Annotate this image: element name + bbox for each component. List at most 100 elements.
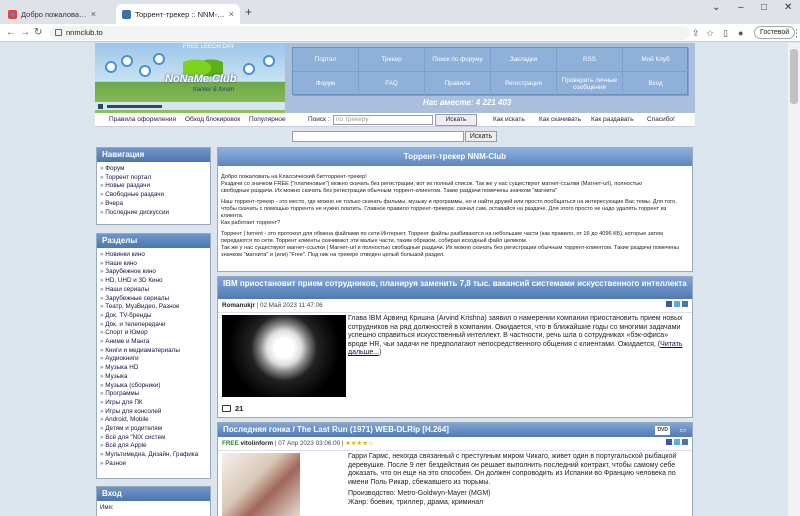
sections-panel-title: Разделы [97, 234, 210, 248]
main-nav-item[interactable]: Форум [293, 72, 359, 96]
main-search-input[interactable] [292, 131, 464, 142]
section-list-item[interactable]: Игры для консолей [100, 408, 207, 417]
reload-icon[interactable]: ↻ [34, 27, 42, 38]
news-title[interactable]: IBM приостановит прием сотрудников, план… [218, 277, 692, 299]
section-list-item[interactable]: Аниме и Манга [100, 338, 207, 347]
main-nav-item[interactable]: Регистрация [491, 72, 557, 96]
vk-icon[interactable] [682, 301, 688, 307]
section-list-item[interactable]: Зарубежные сериалы [100, 295, 207, 304]
main-nav-item[interactable]: Проверить личные сообщения [557, 72, 623, 96]
close-icon[interactable]: × [91, 9, 96, 19]
section-list-item[interactable]: HD, UHD и 3D Кино [100, 277, 207, 286]
vk-icon[interactable] [682, 439, 688, 445]
back-icon[interactable]: ← [6, 27, 16, 38]
close-icon[interactable]: × [229, 9, 234, 19]
news-author[interactable]: Romanukjr [222, 302, 255, 309]
chevron-down-icon[interactable]: ⌄ [712, 2, 720, 13]
profile-button[interactable]: Гостевой [754, 26, 796, 39]
section-list-item[interactable]: Музыка HD [100, 364, 207, 373]
section-list-item[interactable]: Аудиокниги [100, 355, 207, 364]
section-list-item[interactable]: Док. и телепередачи [100, 321, 207, 330]
news-date: 02 Май 2023 11:47:06 [260, 302, 323, 309]
star-icon[interactable]: ☆ [706, 28, 714, 39]
maximize-icon[interactable]: □ [761, 2, 767, 13]
genre-line: Жанр: боевик, триллер, драма, криминал [348, 498, 484, 506]
facebook-icon[interactable] [666, 301, 672, 307]
main-nav-item[interactable]: RSS [557, 48, 623, 72]
window-close-icon[interactable]: ✕ [784, 2, 792, 13]
section-list-item[interactable]: Музыка [100, 373, 207, 382]
section-list-item[interactable]: Разное [100, 460, 207, 469]
section-list-item[interactable]: Музыка (сборники) [100, 382, 207, 391]
tab-welcome[interactable]: Добро пожаловать в Chrome! × [2, 4, 102, 24]
radio-player[interactable] [95, 101, 285, 110]
section-list-item[interactable]: Android, Mobile [100, 416, 207, 425]
facebook-icon[interactable] [666, 439, 672, 445]
main-nav-item[interactable]: Вход [623, 72, 689, 96]
sidebar-icon[interactable]: ▯ [723, 28, 728, 39]
web-page: FREE LEECH DAY NoNaMe Club tracker & for… [0, 43, 788, 516]
link-how-download[interactable]: Как скачивать [539, 116, 581, 123]
main-nav-item[interactable]: Закладки [491, 48, 557, 72]
nav-list-item[interactable]: Торрент портал [100, 174, 207, 183]
main-nav-item[interactable]: Мой Клуб [623, 48, 689, 72]
section-list-item[interactable]: Всё для Apple [100, 442, 207, 451]
link-thanks[interactable]: Спасибо! [647, 116, 675, 123]
menu-icon[interactable]: ⋮ [792, 28, 800, 39]
twitter-icon[interactable] [674, 301, 680, 307]
flower-icon [265, 57, 273, 65]
new-tab-icon[interactable]: + [245, 5, 252, 19]
lock-icon [55, 29, 62, 36]
address-bar: ← → ↻ nnmclub.to ⇪ ☆ ▯ ● Гостевой ⋮ [0, 24, 800, 42]
section-list-item[interactable]: Мультимедиа, Дизайн, Графика [100, 451, 207, 460]
minimize-icon[interactable]: – [738, 2, 744, 13]
link-how-search[interactable]: Как искать [493, 116, 525, 123]
main-nav-item[interactable]: Правила [425, 72, 491, 96]
comments-count[interactable]: 21 [222, 404, 243, 413]
volume-slider[interactable] [107, 105, 162, 108]
site-logo[interactable]: FREE LEECH DAY NoNaMe Club tracker & for… [95, 43, 285, 113]
play-icon[interactable] [98, 104, 103, 109]
nav-list-item[interactable]: Свободные раздачи [100, 191, 207, 200]
section-list-item[interactable]: Наши сериалы [100, 286, 207, 295]
link-how-seed[interactable]: Как раздавать [591, 116, 634, 123]
scrollbar-thumb[interactable] [790, 49, 798, 104]
section-list-item[interactable]: Программы [100, 390, 207, 399]
main-nav-item[interactable]: Портал [293, 48, 359, 72]
profile-icon[interactable]: ● [738, 28, 743, 38]
nav-list-item[interactable]: Вчера [100, 200, 207, 209]
forward-icon[interactable]: → [20, 27, 30, 38]
nav-list-item[interactable]: Последние дискуссии [100, 209, 207, 218]
flower-icon [155, 55, 163, 63]
section-list-item[interactable]: Всё для "NIX систем [100, 434, 207, 443]
section-list-item[interactable]: Детям и родителям [100, 425, 207, 434]
main-nav-item[interactable]: Поиск по форуму [425, 48, 491, 72]
main-nav-item[interactable]: FAQ [359, 72, 425, 96]
news-author[interactable]: vitolinform [241, 440, 274, 447]
news-title[interactable]: Последняя гонка / The Last Run (1971) WE… [223, 425, 449, 434]
section-list-item[interactable]: Игры для ПК [100, 399, 207, 408]
section-list-item[interactable]: Спорт и Юмор [100, 329, 207, 338]
link-popular[interactable]: Популярное [249, 116, 286, 123]
scrollbar[interactable] [788, 43, 800, 516]
logo-subtitle: tracker & forum [193, 87, 235, 93]
main-search-button[interactable]: Искать [465, 131, 497, 142]
link-bypass[interactable]: Обход блокировок [185, 116, 240, 123]
tab-nnmclub[interactable]: Торрент-трекер :: NNM-Club × [116, 4, 240, 24]
main-nav-item[interactable]: Трекер [359, 48, 425, 72]
section-list-item[interactable]: Театр, МузВидео, Разное [100, 303, 207, 312]
link-rules[interactable]: Правила оформления [109, 116, 176, 123]
nav-list-item[interactable]: Форум [100, 165, 207, 174]
search-button[interactable]: Искать [435, 114, 477, 126]
search-input[interactable]: по трекеру [333, 115, 433, 125]
section-list-item[interactable]: Книги и медиаматериалы [100, 347, 207, 356]
section-list-item[interactable]: Новинки кино [100, 251, 207, 260]
share-icon[interactable]: ⇪ [692, 28, 700, 39]
section-list-item[interactable]: Зарубежное кино [100, 268, 207, 277]
twitter-icon[interactable] [674, 439, 680, 445]
section-list-item[interactable]: Док. TV-бренды [100, 312, 207, 321]
nav-list-item[interactable]: Новые раздачи [100, 182, 207, 191]
url-input[interactable]: nnmclub.to [50, 26, 690, 40]
tab-title: Торрент-трекер :: NNM-Club [135, 9, 225, 19]
news-meta: FREE vitolinform | 07 Апр 2023 03:06:00 … [218, 437, 692, 451]
